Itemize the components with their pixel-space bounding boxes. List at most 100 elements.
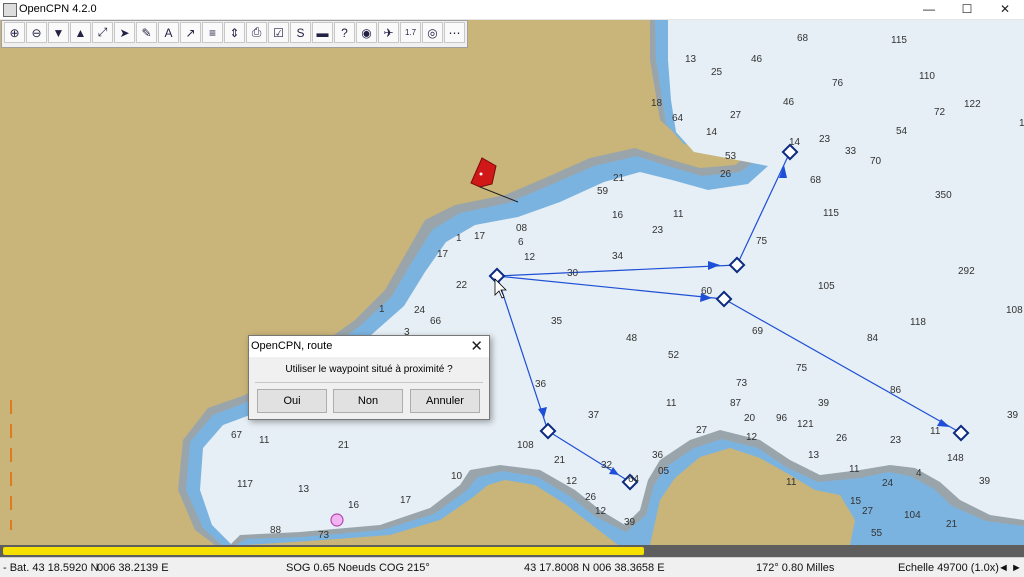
dialog-close-icon[interactable]: ✕ — [470, 337, 483, 355]
depth-sounding: 108 — [1006, 305, 1023, 316]
depth-sounding: 350 — [935, 190, 952, 201]
dialog-titlebar: OpenCPN, route ✕ — [249, 336, 489, 357]
chart-svg[interactable]: 68 11513 461102576467212211864 275414233314… — [0, 20, 1024, 545]
zoom-in-icon[interactable]: ⊕ — [4, 22, 25, 43]
depth-sounding: 52 — [668, 350, 680, 361]
help-icon[interactable]: ? — [334, 22, 355, 43]
no-button[interactable]: Non — [333, 389, 403, 413]
depth-sounding: 23 — [890, 435, 902, 446]
auto-follow-icon[interactable]: ➤ — [114, 22, 135, 43]
depth-sounding: 148 — [947, 453, 964, 464]
zoom-out-icon[interactable]: ⊖ — [26, 22, 47, 43]
depth-sounding: 11 — [259, 435, 270, 446]
cancel-button[interactable]: Annuler — [410, 389, 480, 413]
print-icon[interactable]: ⎙ — [246, 22, 267, 43]
depth-sounding: 115 — [891, 35, 907, 46]
window-title: OpenCPN 4.2.0 — [19, 3, 97, 15]
depth-sounding: 4 — [916, 468, 922, 479]
title-bar: OpenCPN 4.2.0 — ☐ ✕ — [0, 0, 1024, 20]
depth-sounding: 10 — [451, 471, 463, 482]
depth-sounding: 121 — [797, 419, 814, 430]
route-dialog: OpenCPN, route ✕ Utiliser le waypoint si… — [248, 335, 490, 420]
depth-sounding: 105 — [818, 281, 835, 292]
depth-sounding: 32 — [601, 460, 613, 471]
depth-sounding: 15 — [850, 496, 862, 507]
dialog-message: Utiliser le waypoint situé à proximité ? — [285, 364, 453, 375]
lifebuoy-icon[interactable]: ◎ — [422, 22, 443, 43]
depth-sounding: 18 — [651, 98, 663, 109]
depth-sounding: 84 — [867, 333, 879, 344]
route-icon[interactable]: ⤢ — [92, 22, 113, 43]
depth-sounding: 53 — [725, 151, 737, 162]
scale-out-icon[interactable]: ▲ — [70, 22, 91, 43]
bearing-distance: 172° 0.80 Milles — [756, 562, 835, 574]
depth-sounding: 75 — [796, 363, 808, 374]
depth-sounding: 24 — [414, 305, 426, 316]
depth-sounding: 20 — [744, 413, 756, 424]
chart-canvas[interactable]: 68 115 13 46 110 25 76 46 72 122 1 18 64 27 54 14 23 33 14… — [0, 20, 1024, 545]
depth-sounding: 86 — [890, 385, 902, 396]
chart-bar[interactable] — [0, 545, 1024, 557]
depth-sounding: 12 — [746, 432, 758, 443]
color-scheme-icon[interactable]: ⇕ — [224, 22, 245, 43]
version-icon[interactable]: 1.7 — [400, 22, 421, 43]
minimize-button[interactable]: — — [910, 0, 948, 19]
depth-sounding: 23 — [819, 134, 831, 145]
maximize-button[interactable]: ☐ — [948, 0, 986, 19]
mob-icon[interactable]: ▬ — [312, 22, 333, 43]
depth-sounding: 16 — [612, 210, 624, 221]
current-icon[interactable]: ↗ — [180, 22, 201, 43]
chart-icon[interactable]: ✈ — [378, 22, 399, 43]
bat-lon: 006 38.2139 E — [97, 562, 169, 574]
own-ship-center — [479, 172, 483, 176]
yes-button[interactable]: Oui — [257, 389, 327, 413]
depth-sounding: 70 — [870, 156, 882, 167]
depth-sounding: 39 — [1007, 410, 1019, 421]
text-icon[interactable]: A — [158, 22, 179, 43]
depth-sounding: 1 — [1019, 118, 1024, 129]
depth-sounding: 39 — [818, 398, 830, 409]
depth-sounding: 108 — [517, 440, 534, 451]
depth-sounding: 12 — [524, 252, 536, 263]
scroll-icon[interactable]: ⋯ — [444, 22, 465, 43]
depth-sounding: 64 — [628, 474, 640, 485]
depth-sounding: 21 — [338, 440, 350, 451]
nav-right-icon[interactable]: ► — [1011, 562, 1022, 574]
route-manager-icon[interactable]: ☑ — [268, 22, 289, 43]
depth-sounding: 67 — [231, 430, 243, 441]
depth-sounding: 292 — [958, 266, 975, 277]
depth-sounding: 118 — [910, 317, 926, 328]
depth-sounding: 12 — [595, 506, 607, 517]
depth-sounding: 36 — [652, 450, 664, 461]
ais-icon[interactable]: ◉ — [356, 22, 377, 43]
depth-sounding: 60 — [701, 286, 713, 297]
depth-sounding: 11 — [673, 209, 684, 220]
sog-cog: SOG 0.65 Noeuds COG 215° — [286, 562, 430, 574]
depth-sounding: 55 — [871, 528, 883, 539]
track-icon[interactable]: S — [290, 22, 311, 43]
chart-scale: Echelle 49700 (1.0x) — [898, 562, 999, 574]
depth-sounding: 30 — [567, 268, 579, 279]
depth-sounding: 26 — [720, 169, 732, 180]
tide-icon[interactable]: ≡ — [202, 22, 223, 43]
scale-in-icon[interactable]: ▼ — [48, 22, 69, 43]
depth-sounding: 26 — [836, 433, 848, 444]
depth-sounding: 66 — [430, 316, 442, 327]
settings-icon[interactable]: ✎ — [136, 22, 157, 43]
bat-lat: - Bat. 43 18.5920 N — [3, 562, 99, 574]
nav-left-icon[interactable]: ◄ — [998, 562, 1009, 574]
cursor-lat: 43 17.8008 N — [524, 562, 591, 574]
depth-sounding: 54 — [896, 126, 908, 137]
depth-sounding: 35 — [551, 316, 563, 327]
depth-sounding: 13 — [298, 484, 310, 495]
depth-sounding: 26 — [585, 492, 597, 503]
depth-sounding: 21 — [613, 173, 625, 184]
depth-sounding: 117 — [237, 479, 253, 490]
depth-sounding: 48 — [626, 333, 638, 344]
close-window-button[interactable]: ✕ — [986, 0, 1024, 19]
depth-sounding: 12 — [566, 476, 578, 487]
depth-sounding: 88 — [270, 525, 282, 536]
depth-sounding: 17 — [437, 249, 449, 260]
main-toolbar: ⊕ ⊖ ▼ ▲ ⤢ ➤ ✎ A ↗ ≡ ⇕ ⎙ ☑ S ▬? ◉ ✈ 1.7 ◎ ⋯ — [1, 20, 468, 48]
depth-sounding: 36 — [535, 379, 547, 390]
